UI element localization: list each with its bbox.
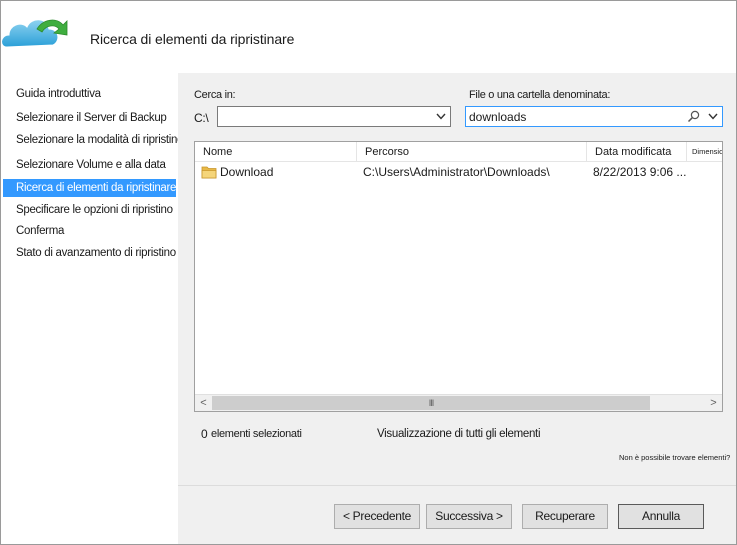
back-button[interactable]: < Precedente: [334, 504, 420, 529]
column-header-size[interactable]: Dimensioni: [687, 142, 722, 162]
selected-label: elementi selezionati: [211, 428, 302, 440]
wizard-header: Ricerca di elementi da ripristinare: [1, 1, 736, 73]
column-header-name[interactable]: Nome: [195, 142, 357, 162]
look-in-label: Cerca in:: [194, 89, 236, 101]
look-in-combo[interactable]: [217, 106, 451, 127]
step-search-items[interactable]: Ricerca di elementi da ripristinare: [3, 179, 176, 197]
step-select-volume-date[interactable]: Selezionare Volume e alla data: [3, 156, 176, 174]
step-confirmation[interactable]: Conferma: [3, 222, 176, 240]
step-recovery-options[interactable]: Specificare le opzioni di ripristino: [3, 201, 176, 219]
page-title: Ricerca di elementi da ripristinare: [90, 31, 295, 47]
footer-divider: [178, 485, 736, 486]
item-modified: 8/22/2013 9:06 ...: [593, 165, 687, 179]
scroll-thumb[interactable]: III: [212, 396, 650, 410]
recover-button[interactable]: Recuperare: [522, 504, 608, 529]
cloud-arrow-icon: [1, 19, 68, 48]
scroll-grip: III: [428, 398, 434, 408]
cannot-find-items-link[interactable]: Non è possibile trovare elementi?: [619, 453, 730, 462]
scroll-left-button[interactable]: <: [195, 395, 212, 411]
chevron-down-icon[interactable]: [435, 110, 447, 123]
item-name: Download: [220, 165, 274, 179]
search-input[interactable]: downloads: [465, 106, 723, 127]
folder-icon: [201, 166, 217, 179]
horizontal-scrollbar[interactable]: < III >: [195, 394, 722, 411]
search-icon[interactable]: [687, 110, 700, 123]
step-getting-started[interactable]: Guida introduttiva: [3, 85, 176, 103]
wizard-steps-nav: Guida introduttiva Selezionare il Server…: [1, 73, 184, 544]
chevron-down-icon[interactable]: [707, 110, 719, 123]
cancel-button[interactable]: Annulla: [618, 504, 704, 529]
recover-data-wizard-window: Ricerca di elementi da ripristinare Guid…: [0, 0, 737, 545]
item-path: C:\Users\Administrator\Downloads\: [363, 165, 550, 179]
step-select-recovery-mode[interactable]: Selezionare la modalità di ripristino: [3, 131, 184, 149]
search-value: downloads: [469, 110, 527, 124]
selected-count: 0: [201, 427, 208, 441]
results-list[interactable]: Nome Percorso Data modificata Dimensioni…: [194, 141, 723, 412]
step-recovery-progress[interactable]: Stato di avanzamento di ripristino: [3, 244, 176, 262]
drive-label: C:\: [194, 111, 209, 125]
main-panel: Cerca in: C:\ File o una cartella denomi…: [178, 73, 736, 544]
column-header-modified[interactable]: Data modificata: [587, 142, 687, 162]
named-label: File o una cartella denominata:: [469, 89, 611, 101]
next-button[interactable]: Successiva >: [426, 504, 512, 529]
column-header-path[interactable]: Percorso: [357, 142, 587, 162]
scroll-right-button[interactable]: >: [705, 395, 722, 411]
list-item[interactable]: Download C:\Users\Administrator\Download…: [195, 163, 722, 181]
showing-all-label: Visualizzazione di tutti gli elementi: [377, 428, 541, 440]
list-header: Nome Percorso Data modificata Dimensioni: [195, 142, 722, 162]
step-select-backup-server[interactable]: Selezionare il Server di Backup: [3, 109, 176, 127]
